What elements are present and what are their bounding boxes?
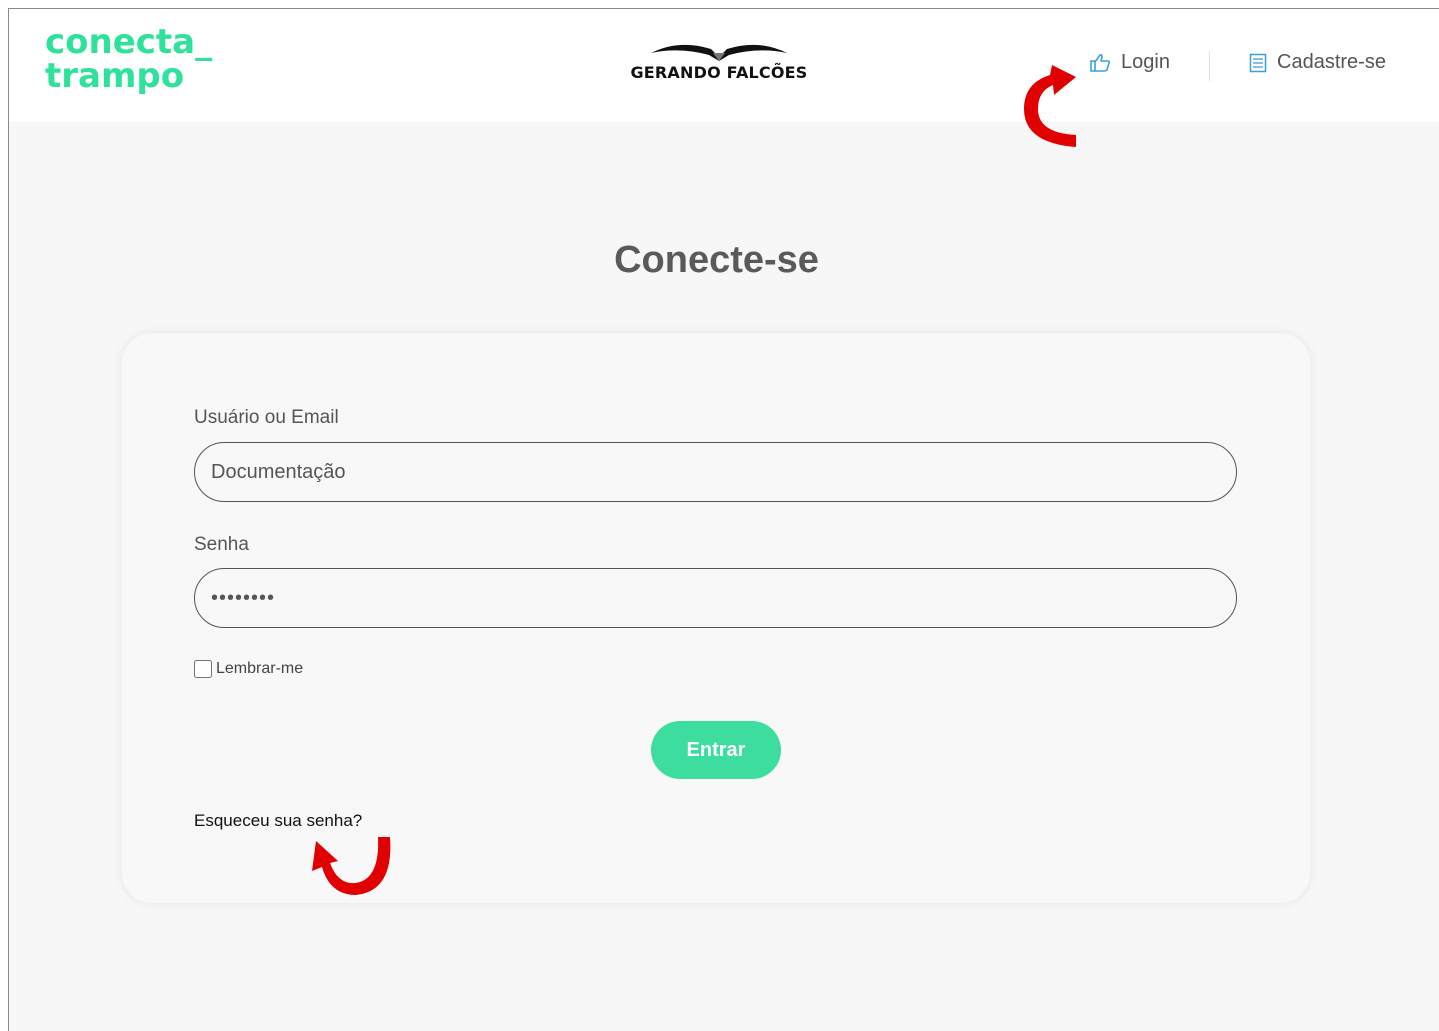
password-input[interactable] <box>194 568 1237 628</box>
remember-me-label: Lembrar-me <box>216 660 304 677</box>
login-card: Usuário ou Email Senha Lembrar-me Entrar… <box>122 333 1310 903</box>
page-frame: conecta_ trampo GERANDO FALCÕES Login Ca… <box>8 8 1439 1031</box>
submit-button[interactable]: Entrar <box>651 721 781 779</box>
login-link[interactable]: Login <box>1089 51 1170 74</box>
forgot-password-link[interactable]: Esqueceu sua senha? <box>194 811 362 831</box>
logo-line-1: conecta_ <box>45 22 213 62</box>
falcon-wings-icon <box>651 44 787 61</box>
page-title: Conecte-se <box>614 239 819 281</box>
thumbs-up-icon <box>1089 53 1111 73</box>
gerando-falcoes-logo: GERANDO FALCÕES <box>619 39 819 99</box>
logo-line-2: trampo <box>45 56 185 96</box>
site-header: conecta_ trampo GERANDO FALCÕES Login Ca… <box>9 9 1439 122</box>
brand-name: GERANDO FALCÕES <box>630 63 808 82</box>
username-input[interactable] <box>194 442 1237 502</box>
register-link[interactable]: Cadastre-se <box>1249 51 1386 74</box>
username-label: Usuário ou Email <box>194 407 339 428</box>
login-label: Login <box>1121 51 1170 73</box>
nav-divider <box>1209 51 1210 81</box>
remember-me-checkbox[interactable] <box>194 660 212 678</box>
password-label: Senha <box>194 534 249 555</box>
form-icon <box>1249 53 1267 73</box>
register-label: Cadastre-se <box>1277 51 1386 73</box>
conecta-trampo-logo[interactable]: conecta_ trampo <box>45 25 212 93</box>
remember-me[interactable]: Lembrar-me <box>194 660 303 678</box>
